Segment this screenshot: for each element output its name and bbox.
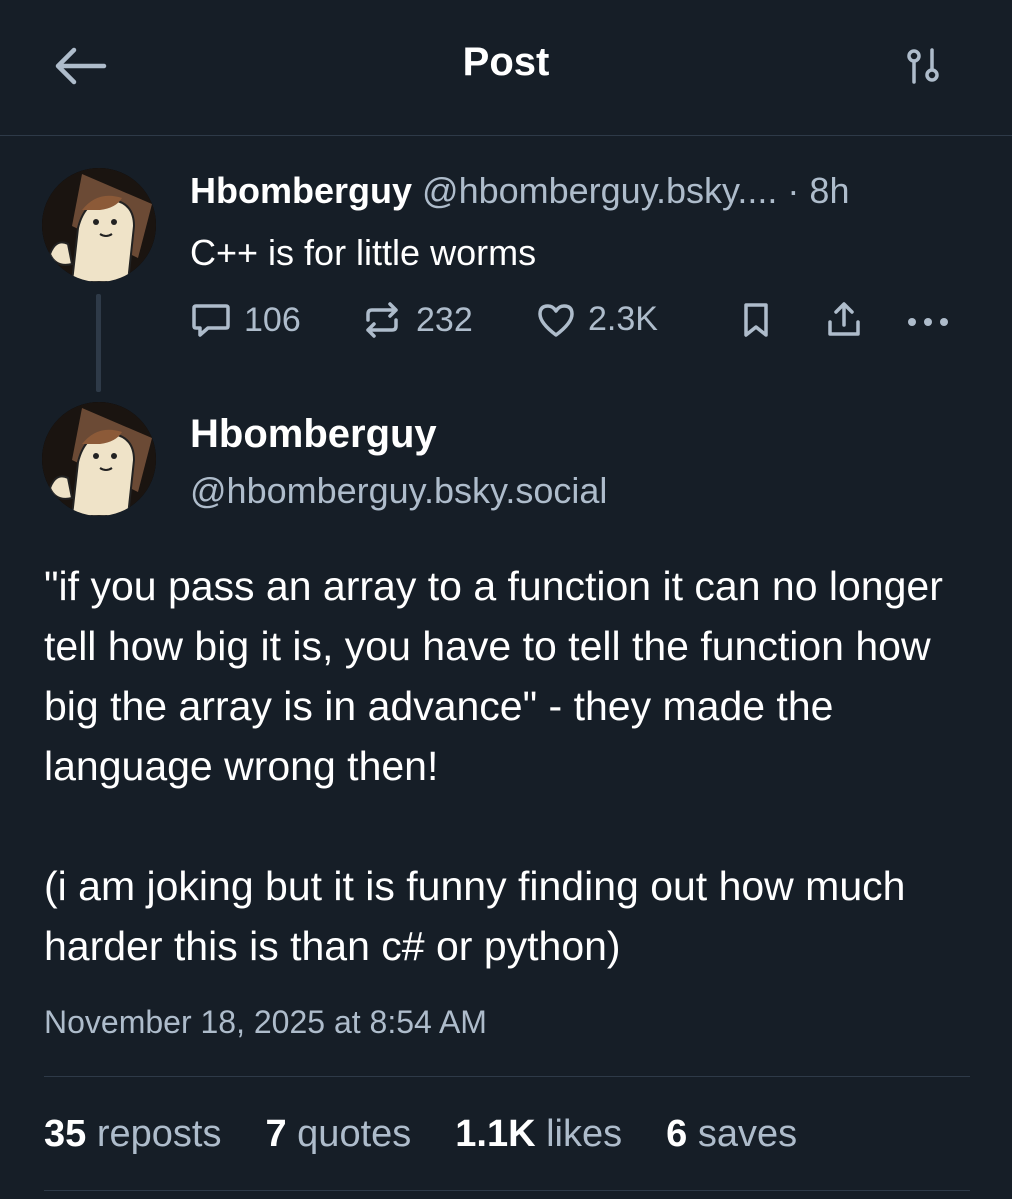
saves-stat[interactable]: 6 saves bbox=[666, 1113, 797, 1156]
bookmark-button[interactable] bbox=[738, 300, 774, 340]
reposts-count: 35 bbox=[44, 1113, 87, 1155]
post-handle[interactable]: @hbomberguy.bsky.social bbox=[190, 470, 607, 512]
like-count: 2.3K bbox=[588, 300, 658, 338]
bookmark-icon bbox=[744, 303, 768, 337]
reply-text: C++ is for little worms bbox=[190, 232, 537, 273]
page-title: Post bbox=[462, 40, 550, 84]
likes-count: 1.1K bbox=[455, 1113, 536, 1155]
divider bbox=[44, 1190, 970, 1191]
thread-options-button[interactable] bbox=[900, 44, 948, 92]
heart-icon bbox=[538, 303, 574, 337]
avatar[interactable] bbox=[42, 402, 156, 516]
quotes-stat[interactable]: 7 quotes bbox=[265, 1113, 411, 1156]
comment-icon bbox=[192, 304, 230, 337]
engagement-stats: 35 reposts 7 quotes 1.1K likes 6 saves bbox=[44, 1113, 797, 1156]
saves-label: saves bbox=[697, 1113, 798, 1155]
avatar-image bbox=[42, 168, 156, 282]
saves-count: 6 bbox=[666, 1113, 688, 1155]
reply-time: 8h bbox=[809, 170, 850, 211]
sliders-icon bbox=[907, 48, 939, 84]
reposts-label: reposts bbox=[96, 1113, 222, 1155]
reply-button[interactable]: 106 bbox=[190, 300, 301, 340]
avatar-image bbox=[42, 402, 156, 516]
dot-separator: · bbox=[787, 170, 800, 211]
reply-handle[interactable]: @hbomberguy.bsky.... bbox=[422, 170, 777, 211]
repost-button[interactable]: 232 bbox=[360, 300, 473, 340]
reply-author-line: Hbomberguy @hbomberguy.bsky.... · 8h bbox=[190, 170, 849, 212]
post-timestamp: November 18, 2025 at 8:54 AM bbox=[44, 1004, 487, 1040]
top-bar: Post bbox=[0, 0, 1012, 136]
post-display-name[interactable]: Hbomberguy bbox=[190, 412, 437, 457]
avatar[interactable] bbox=[42, 168, 156, 282]
divider bbox=[44, 1076, 970, 1077]
post-paragraph: (i am joking but it is funny finding out… bbox=[44, 863, 906, 969]
more-options-button[interactable] bbox=[904, 300, 954, 340]
quotes-count: 7 bbox=[265, 1113, 287, 1155]
quotes-label: quotes bbox=[297, 1113, 412, 1155]
reply-count: 106 bbox=[244, 300, 301, 339]
share-icon bbox=[828, 302, 860, 336]
repost-icon bbox=[366, 302, 398, 338]
more-dots-icon bbox=[908, 318, 948, 326]
share-button[interactable] bbox=[824, 300, 864, 340]
repost-count: 232 bbox=[416, 300, 473, 339]
reply-action-bar: 106 232 2.3K bbox=[0, 300, 1012, 350]
post-paragraph: "if you pass an array to a function it c… bbox=[44, 563, 943, 789]
reposts-stat[interactable]: 35 reposts bbox=[44, 1113, 221, 1156]
post-body: "if you pass an array to a function it c… bbox=[44, 556, 984, 976]
likes-stat[interactable]: 1.1K likes bbox=[455, 1113, 622, 1156]
likes-label: likes bbox=[546, 1113, 623, 1155]
like-button[interactable]: 2.3K bbox=[536, 300, 658, 339]
reply-display-name[interactable]: Hbomberguy bbox=[190, 170, 412, 211]
